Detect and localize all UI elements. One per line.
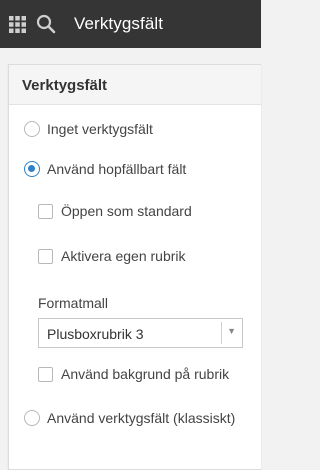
format-select[interactable]: Plusboxrubrik 3 ▼ <box>38 318 243 348</box>
option-label: Använd verktygsfält (klassiskt) <box>47 410 236 426</box>
search-icon[interactable] <box>36 14 56 34</box>
top-bar: Verktygsfält <box>0 0 261 48</box>
radio-button[interactable] <box>24 410 40 426</box>
select-divider <box>221 322 222 344</box>
checkbox[interactable] <box>38 248 53 264</box>
radio-option-collapsible[interactable]: Använd hopfällbart fält <box>24 161 186 177</box>
checkbox-open-by-default[interactable]: Öppen som standard <box>38 203 192 219</box>
page-title: Verktygsfält <box>74 14 164 33</box>
panel-title: Verktygsfält <box>22 77 108 94</box>
format-label: Formatmall <box>38 295 109 311</box>
chevron-down-icon[interactable]: ▼ <box>227 326 236 336</box>
radio-option-classic-toolbar[interactable]: Använd verktygsfält (klassiskt) <box>24 410 235 426</box>
checkbox-label: Öppen som standard <box>61 203 192 219</box>
radio-button-selected[interactable] <box>24 161 40 177</box>
checkbox-heading-background[interactable]: Använd bakgrund på rubrik <box>38 366 229 382</box>
checkbox-label: Aktivera egen rubrik <box>61 248 186 264</box>
radio-button[interactable] <box>24 121 40 137</box>
checkbox[interactable] <box>38 366 53 382</box>
option-label: Inget verktygsfält <box>47 121 153 137</box>
panel-header: Verktygsfält <box>9 65 261 105</box>
option-label: Använd hopfällbart fält <box>47 161 187 177</box>
checkbox[interactable] <box>38 203 53 219</box>
radio-option-no-toolbar[interactable]: Inget verktygsfält <box>24 121 153 137</box>
checkbox-own-heading[interactable]: Aktivera egen rubrik <box>38 248 186 264</box>
apps-grid-icon[interactable] <box>9 16 26 33</box>
format-select-value: Plusboxrubrik 3 <box>47 326 144 342</box>
checkbox-label: Använd bakgrund på rubrik <box>61 366 230 382</box>
